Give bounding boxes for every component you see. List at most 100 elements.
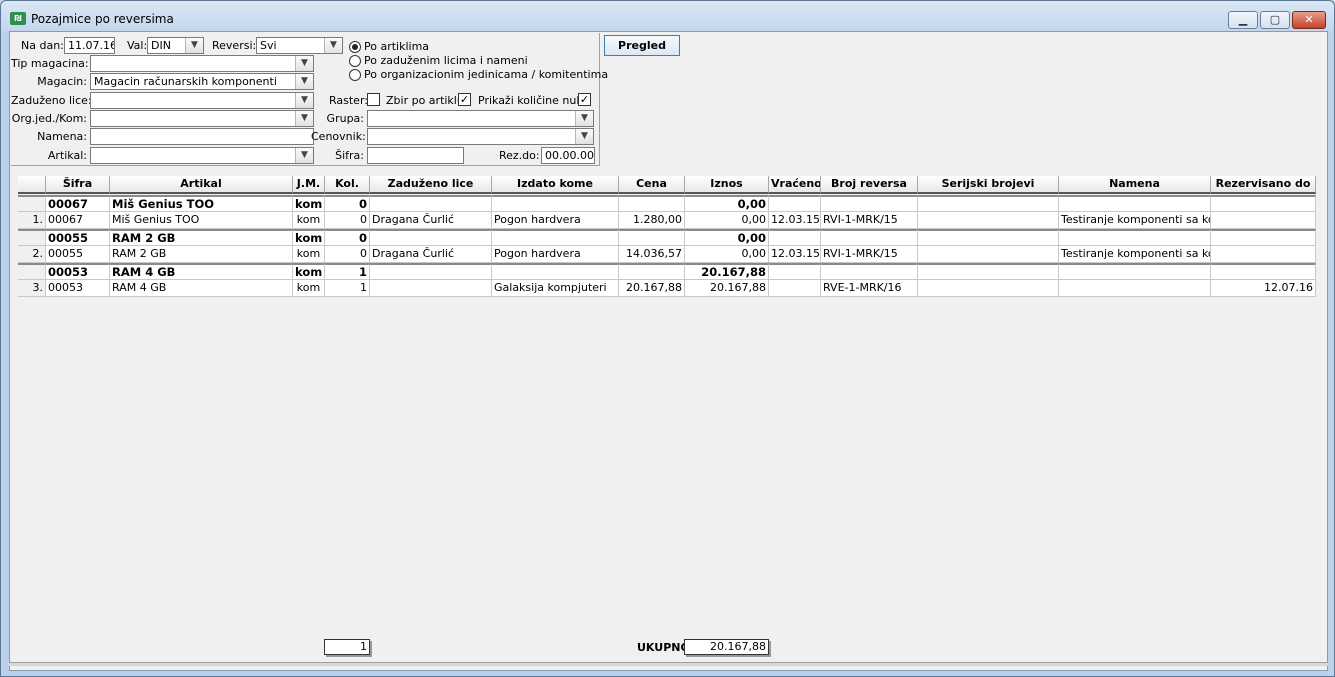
cell-cena[interactable]	[619, 229, 685, 246]
cell-sifra[interactable]: 00055	[46, 229, 110, 246]
cell-cena[interactable]: 1.280,00	[619, 212, 685, 229]
raster-checkbox[interactable]	[367, 93, 380, 106]
cell-jm[interactable]: kom	[293, 246, 325, 263]
cell-kol[interactable]: 1	[325, 263, 370, 280]
table-row[interactable]: 2. 00055 RAM 2 GB kom 0 Dragana Čurlić Pogon h…	[18, 246, 1316, 263]
header-sifra[interactable]: Šifra	[46, 176, 110, 194]
header-iznos[interactable]: Iznos	[685, 176, 769, 194]
title-bar[interactable]: ₪ Pozajmice po reversima ▁ ▢ ✕	[1, 1, 1334, 31]
cell-broj-reversa[interactable]	[821, 229, 918, 246]
cell-row-number[interactable]: 3.	[18, 280, 46, 297]
cell-serijski-brojevi[interactable]	[918, 229, 1059, 246]
cell-iznos[interactable]: 20.167,88	[685, 280, 769, 297]
cell-jm[interactable]: kom	[293, 195, 325, 212]
cell-zaduzeno-lice[interactable]	[370, 263, 492, 280]
header-jm[interactable]: J.M.	[293, 176, 325, 194]
cell-sifra[interactable]: 00067	[46, 195, 110, 212]
cell-artikal[interactable]: Miš Genius TOO	[110, 212, 293, 229]
cell-artikal[interactable]: RAM 2 GB	[110, 229, 293, 246]
chevron-down-icon[interactable]: ▼	[295, 93, 313, 108]
cell-rezervisano-do[interactable]	[1211, 229, 1316, 246]
cell-serijski-brojevi[interactable]	[918, 246, 1059, 263]
group-row[interactable]: 00055 RAM 2 GB kom 0 0,00	[18, 229, 1316, 246]
cell-izdato-kome[interactable]	[492, 263, 619, 280]
cell-vraceno[interactable]	[769, 229, 821, 246]
cell-zaduzeno-lice[interactable]: Dragana Čurlić	[370, 212, 492, 229]
close-button[interactable]: ✕	[1292, 11, 1326, 29]
cell-zaduzeno-lice[interactable]	[370, 229, 492, 246]
cell-sifra[interactable]: 00055	[46, 246, 110, 263]
cell-izdato-kome[interactable]	[492, 229, 619, 246]
cell-broj-reversa[interactable]: RVE-1-MRK/16	[821, 280, 918, 297]
cell-namena[interactable]	[1059, 229, 1211, 246]
cell-izdato-kome[interactable]: Galaksija kompjuteri	[492, 280, 619, 297]
cell-vraceno[interactable]	[769, 263, 821, 280]
group-row[interactable]: 00067 Miš Genius TOO kom 0 0,00	[18, 195, 1316, 212]
cell-row-number[interactable]	[18, 263, 46, 280]
cell-sifra[interactable]: 00053	[46, 263, 110, 280]
chevron-down-icon[interactable]: ▼	[295, 56, 313, 71]
cell-namena[interactable]: Testiranje komponenti sa konfig	[1059, 246, 1211, 263]
reversi-select[interactable]: Svi ▼	[256, 37, 343, 54]
cell-iznos[interactable]: 20.167,88	[685, 263, 769, 280]
cell-broj-reversa[interactable]: RVI-1-MRK/15	[821, 212, 918, 229]
cell-broj-reversa[interactable]	[821, 263, 918, 280]
cell-artikal[interactable]: RAM 4 GB	[110, 280, 293, 297]
header-vraceno[interactable]: Vraćeno	[769, 176, 821, 194]
header-cena[interactable]: Cena	[619, 176, 685, 194]
cell-vraceno[interactable]: 12.03.15	[769, 212, 821, 229]
cell-kol[interactable]: 0	[325, 195, 370, 212]
cell-row-number[interactable]	[18, 195, 46, 212]
table-row[interactable]: 1. 00067 Miš Genius TOO kom 0 Dragana Čurlić P…	[18, 212, 1316, 229]
rezdo-field[interactable]: 00.00.00	[541, 147, 595, 164]
artikal-select[interactable]: ▼	[90, 147, 314, 164]
chevron-down-icon[interactable]: ▼	[324, 38, 342, 53]
cell-kol[interactable]: 0	[325, 246, 370, 263]
data-grid[interactable]: Šifra Artikal J.M. Kol. Zaduženo lice Izdato …	[18, 176, 1316, 306]
radio-po-artiklima[interactable]	[349, 41, 361, 53]
cell-izdato-kome[interactable]: Pogon hardvera	[492, 212, 619, 229]
org-jed-select[interactable]: ▼	[90, 110, 314, 127]
cell-zaduzeno-lice[interactable]	[370, 195, 492, 212]
magacin-select[interactable]: Magacin računarskih komponenti ▼	[90, 73, 314, 90]
cell-izdato-kome[interactable]	[492, 195, 619, 212]
header-zaduzeno-lice[interactable]: Zaduženo lice	[370, 176, 492, 194]
header-namena[interactable]: Namena	[1059, 176, 1211, 194]
grupa-select[interactable]: ▼	[367, 110, 594, 127]
chevron-down-icon[interactable]: ▼	[575, 129, 593, 144]
cell-sifra[interactable]: 00053	[46, 280, 110, 297]
cell-jm[interactable]: kom	[293, 263, 325, 280]
zaduzeno-lice-select[interactable]: ▼	[90, 92, 314, 109]
namena-field[interactable]	[90, 128, 314, 145]
radio-po-zaduzenim-licima[interactable]	[349, 55, 361, 67]
cell-vraceno[interactable]	[769, 195, 821, 212]
cell-namena[interactable]	[1059, 195, 1211, 212]
cell-rezervisano-do[interactable]	[1211, 263, 1316, 280]
cell-cena[interactable]: 14.036,57	[619, 246, 685, 263]
cell-artikal[interactable]: Miš Genius TOO	[110, 195, 293, 212]
cell-namena[interactable]: Testiranje komponenti sa konfig	[1059, 212, 1211, 229]
cell-jm[interactable]: kom	[293, 212, 325, 229]
cell-iznos[interactable]: 0,00	[685, 229, 769, 246]
cell-jm[interactable]: kom	[293, 229, 325, 246]
cell-iznos[interactable]: 0,00	[685, 246, 769, 263]
cell-row-number[interactable]: 2.	[18, 246, 46, 263]
cell-iznos[interactable]: 0,00	[685, 195, 769, 212]
cell-kol[interactable]: 0	[325, 212, 370, 229]
header-row-number[interactable]	[18, 176, 46, 194]
cell-serijski-brojevi[interactable]	[918, 212, 1059, 229]
cell-zaduzeno-lice[interactable]: Dragana Čurlić	[370, 246, 492, 263]
header-kol[interactable]: Kol.	[325, 176, 370, 194]
cell-serijski-brojevi[interactable]	[918, 195, 1059, 212]
cell-kol[interactable]: 1	[325, 280, 370, 297]
cell-broj-reversa[interactable]: RVI-1-MRK/15	[821, 246, 918, 263]
sifra-field[interactable]	[367, 147, 464, 164]
chevron-down-icon[interactable]: ▼	[295, 74, 313, 89]
cell-rezervisano-do[interactable]	[1211, 195, 1316, 212]
cell-artikal[interactable]: RAM 2 GB	[110, 246, 293, 263]
header-rezervisano-do[interactable]: Rezervisano do	[1211, 176, 1316, 194]
cell-row-number[interactable]	[18, 229, 46, 246]
cell-zaduzeno-lice[interactable]	[370, 280, 492, 297]
na-dan-field[interactable]: 11.07.16	[64, 37, 115, 54]
cell-vraceno[interactable]: 12.03.15	[769, 246, 821, 263]
